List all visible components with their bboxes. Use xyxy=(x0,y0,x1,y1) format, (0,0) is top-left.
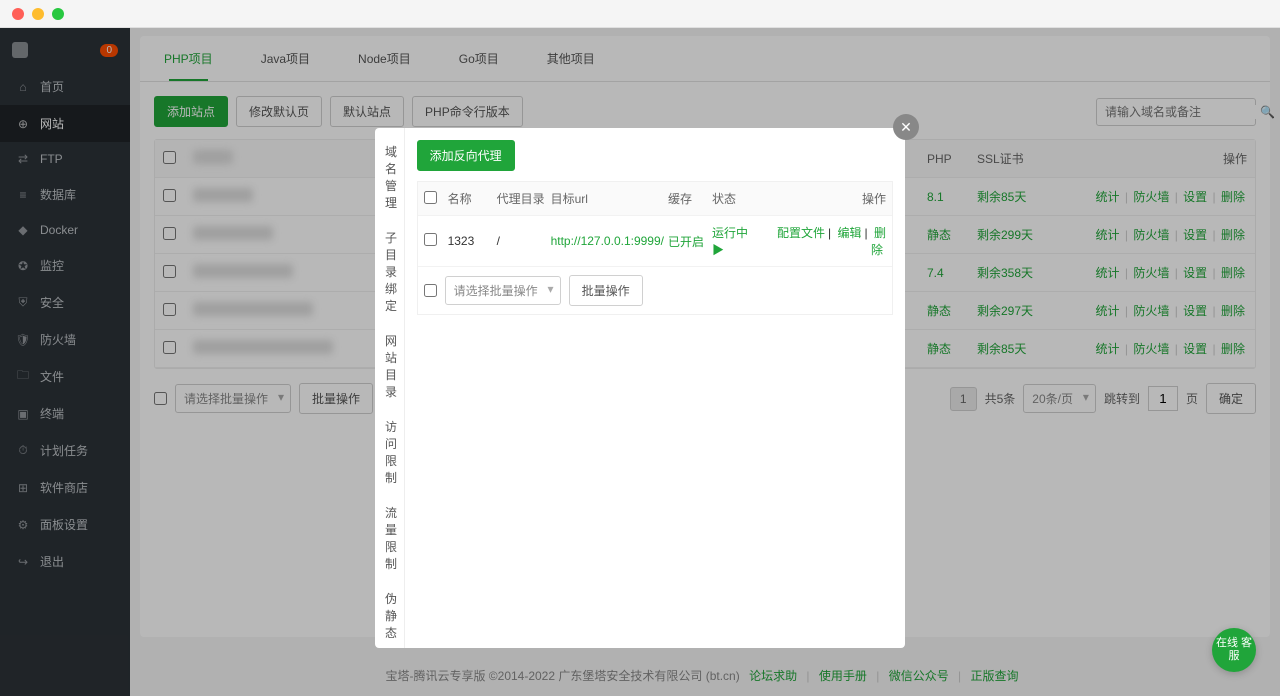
mcol-ops: 操作 xyxy=(766,190,886,207)
close-icon[interactable]: ✕ xyxy=(893,114,919,140)
mcol-cache: 缓存 xyxy=(668,190,708,207)
proxy-url[interactable]: http://127.0.0.1:9999/ xyxy=(551,234,664,248)
proxy-row-checkbox[interactable] xyxy=(424,233,437,246)
proxy-conf-link[interactable]: 配置文件 xyxy=(777,226,825,240)
titlebar xyxy=(0,0,1280,28)
proxy-del-link[interactable]: 删除 xyxy=(871,226,886,257)
mcol-url: 目标url xyxy=(551,190,664,207)
maximize-window-dot[interactable] xyxy=(52,8,64,20)
modal-nav-1[interactable]: 子目录绑定 xyxy=(375,220,404,323)
proxy-dir: / xyxy=(497,234,547,248)
proxy-bulk-select[interactable]: 请选择批量操作 xyxy=(445,276,561,305)
proxy-bulk-checkbox[interactable] xyxy=(424,284,437,297)
proxy-state[interactable]: 运行中 ▶ xyxy=(712,224,762,258)
add-reverse-proxy-button[interactable]: 添加反向代理 xyxy=(417,140,515,171)
mcol-dir: 代理目录 xyxy=(497,190,547,207)
modal-nav-2[interactable]: 网站目录 xyxy=(375,323,404,409)
proxy-row: 1323 / http://127.0.0.1:9999/ 已开启 运行中 ▶ … xyxy=(418,216,892,267)
minimize-window-dot[interactable] xyxy=(32,8,44,20)
modal-nav-0[interactable]: 域名管理 xyxy=(375,134,404,220)
online-support-fab[interactable]: 在线 客服 xyxy=(1212,628,1256,672)
site-settings-modal: ✕ 域名管理子目录绑定网站目录访问限制流量限制伪静态默认文档配置文件SSLPHP… xyxy=(375,128,905,648)
close-window-dot[interactable] xyxy=(12,8,24,20)
proxy-name: 1323 xyxy=(448,234,493,248)
proxy-select-all[interactable] xyxy=(424,191,437,204)
modal-nav-5[interactable]: 伪静态 xyxy=(375,581,404,648)
modal-overlay[interactable]: ✕ 域名管理子目录绑定网站目录访问限制流量限制伪静态默认文档配置文件SSLPHP… xyxy=(0,28,1280,696)
mcol-state: 状态 xyxy=(712,190,762,207)
modal-nav-4[interactable]: 流量限制 xyxy=(375,495,404,581)
proxy-cache: 已开启 xyxy=(668,233,708,250)
proxy-edit-link[interactable]: 编辑 xyxy=(838,226,862,240)
modal-nav-3[interactable]: 访问限制 xyxy=(375,409,404,495)
proxy-bulk-execute[interactable]: 批量操作 xyxy=(569,275,643,306)
mcol-name: 名称 xyxy=(448,190,493,207)
